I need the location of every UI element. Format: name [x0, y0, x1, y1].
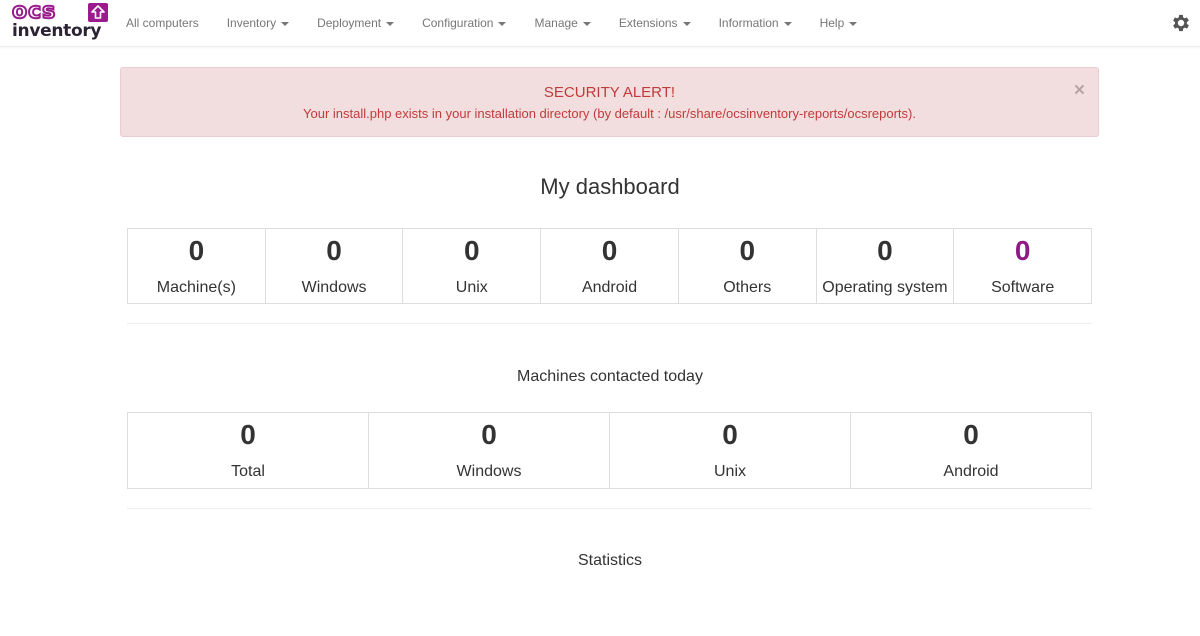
logo-inventory-text: inventory [12, 21, 102, 41]
nav-all-computers[interactable]: All computers [112, 0, 213, 46]
stat-android[interactable]: 0 Android [541, 229, 679, 303]
stat-windows[interactable]: 0 Windows [266, 229, 404, 303]
logo-ocs-text: ocs [11, 0, 57, 24]
stat-value: 0 [481, 419, 497, 450]
stat-label: Machine(s) [156, 279, 236, 296]
stat-value: 0 [739, 235, 756, 266]
nav-manage[interactable]: Manage [520, 0, 604, 46]
contacted-today-stats: 0 Total 0 Windows 0 Unix 0 Android [127, 412, 1092, 489]
contacted-today-heading: Machines contacted today [517, 368, 703, 385]
caret-down-icon [386, 21, 395, 26]
stat-label: Windows [456, 463, 522, 480]
stat-value: 0 [1014, 235, 1031, 266]
nav-configuration-label: Configuration [422, 16, 494, 30]
stat-value: 0 [464, 235, 480, 266]
nav-inventory-label: Inventory [226, 16, 277, 30]
logo-upload-icon [88, 3, 108, 22]
section-divider [127, 323, 1092, 324]
nav-configuration[interactable]: Configuration [408, 0, 520, 46]
stat-contacted-unix[interactable]: 0 Unix [610, 413, 851, 488]
caret-down-icon [582, 21, 591, 26]
ocs-inventory-logo[interactable]: ocs inventory [11, 0, 108, 42]
nav-help[interactable]: Help [806, 0, 872, 46]
stat-label: Software [991, 279, 1055, 296]
stat-value: 0 [722, 419, 738, 450]
stat-label: Windows [301, 279, 367, 296]
nav-help-label: Help [819, 16, 845, 30]
page-title: My dashboard [540, 174, 680, 199]
stat-value: 0 [326, 235, 342, 266]
stat-contacted-windows[interactable]: 0 Windows [369, 413, 610, 488]
stat-software[interactable]: 0 Software [954, 229, 1091, 303]
stat-unix[interactable]: 0 Unix [403, 229, 542, 303]
statistics-heading: Statistics [577, 552, 642, 569]
gear-icon[interactable] [1170, 12, 1192, 34]
caret-down-icon [498, 21, 507, 26]
caret-down-icon [849, 21, 858, 26]
nav-manage-label: Manage [534, 16, 578, 30]
stat-label: Others [723, 279, 772, 296]
nav-extensions-label: Extensions [618, 16, 678, 30]
stat-value: 0 [963, 419, 979, 450]
stat-label: Unix [455, 279, 488, 296]
nav-information[interactable]: Information [705, 0, 806, 46]
nav-extensions[interactable]: Extensions [605, 0, 705, 46]
stat-value: 0 [240, 419, 256, 450]
nav-inventory[interactable]: Inventory [213, 0, 303, 46]
stat-label: Operating system [822, 279, 948, 296]
stat-others[interactable]: 0 Others [679, 229, 817, 303]
stat-contacted-android[interactable]: 0 Android [851, 413, 1091, 488]
close-icon[interactable]: × [1074, 81, 1085, 101]
stat-value: 0 [601, 235, 618, 266]
stat-value: 0 [188, 235, 205, 266]
section-divider [127, 508, 1092, 509]
nav-information-label: Information [718, 16, 779, 30]
security-alert: SECURITY ALERT! Your install.php exists … [120, 67, 1099, 137]
stat-value: 0 [877, 235, 893, 266]
stat-machines[interactable]: 0 Machine(s) [128, 229, 266, 303]
nav-deployment-label: Deployment [317, 16, 382, 30]
stat-label: Android [943, 463, 999, 480]
caret-down-icon [682, 21, 691, 26]
stat-contacted-total[interactable]: 0 Total [128, 413, 369, 488]
nav-all-computers-label: All computers [126, 16, 199, 30]
stat-label: Unix [713, 463, 746, 480]
nav-deployment[interactable]: Deployment [303, 0, 408, 46]
alert-title: SECURITY ALERT! [543, 84, 676, 101]
caret-down-icon [281, 21, 290, 26]
top-navbar: ocs inventory All computers Inventory De… [0, 0, 1200, 47]
caret-down-icon [783, 21, 792, 26]
alert-message: Your install.php exists in your installa… [303, 106, 916, 121]
stat-label: Android [581, 279, 638, 296]
stat-operating-system[interactable]: 0 Operating system [817, 229, 955, 303]
stat-label: Total [231, 463, 265, 480]
main-menu: All computers Inventory Deployment Confi… [112, 0, 871, 46]
summary-stats: 0 Machine(s) 0 Windows 0 Unix 0 Android … [127, 228, 1092, 304]
